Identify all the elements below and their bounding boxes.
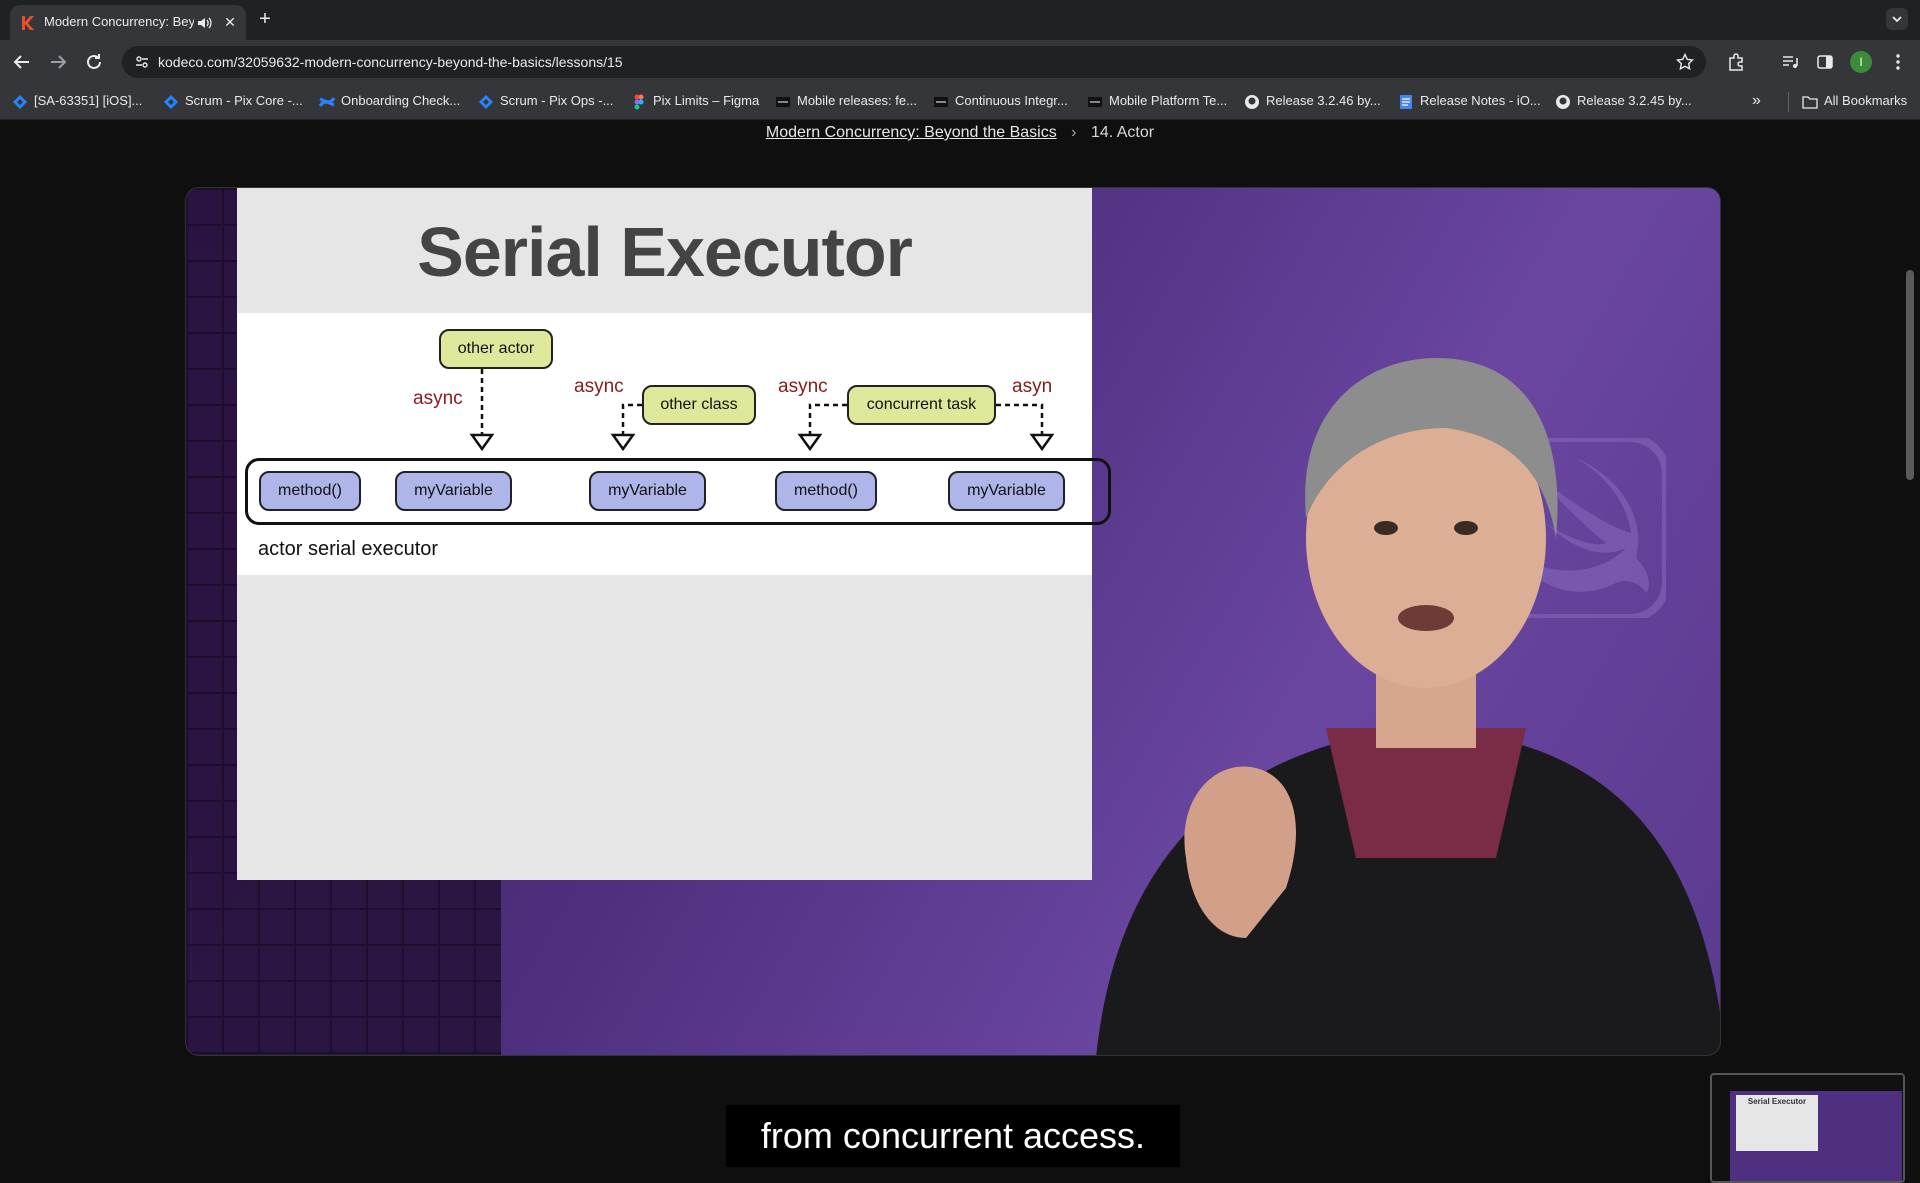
executor-label: actor serial executor [258, 538, 439, 560]
bookmark-label: Continuous Integr... [955, 93, 1068, 108]
new-tab-button[interactable]: + [254, 8, 276, 30]
bookmark-label: Pix Limits – Figma [653, 93, 760, 108]
back-arrow-icon[interactable] [10, 50, 34, 74]
site-icon [934, 97, 948, 107]
reload-icon[interactable] [82, 50, 106, 74]
bookmark-label: Release 3.2.46 by... [1266, 93, 1381, 108]
bookmark-item[interactable]: Release 3.2.45 by... [1555, 93, 1692, 111]
slide-title: Serial Executor [417, 213, 913, 291]
member-method: method() [775, 471, 877, 511]
speaker-icon[interactable] [196, 15, 212, 31]
site-settings-icon[interactable] [134, 54, 150, 70]
member-variable: myVariable [395, 471, 512, 511]
bookmark-label: Release Notes - iO... [1420, 93, 1541, 108]
media-controls-icon[interactable] [1780, 52, 1800, 72]
bookmark-label: Scrum - Pix Core -... [185, 93, 303, 108]
github-icon [1556, 95, 1570, 109]
kodeco-k-icon [22, 16, 34, 30]
bookmark-label: [SA-63351] [iOS]... [34, 93, 143, 108]
figma-icon [634, 94, 644, 110]
bookmarks-bar: [SA-63351] [iOS]... Scrum - Pix Core -..… [0, 84, 1920, 120]
bookmark-label: Scrum - Pix Ops -... [500, 93, 614, 108]
page-scrollbar[interactable] [1906, 270, 1914, 480]
member-method: method() [259, 471, 361, 511]
breadcrumb: Modern Concurrency: Beyond the Basics › … [0, 124, 1920, 142]
mini-player-thumbnail[interactable]: Serial Executor [1710, 1073, 1905, 1183]
tab-strip: Modern Concurrency: Beyond the Basics ✕ … [0, 0, 1920, 40]
tab-title: Modern Concurrency: Beyond the Basics [44, 14, 194, 29]
chevron-down-icon [1892, 16, 1902, 23]
docs-icon [1400, 95, 1412, 109]
url-text: kodeco.com/32059632-modern-concurrency-b… [158, 54, 623, 70]
more-bookmarks-icon[interactable]: » [1752, 92, 1761, 110]
breadcrumb-current-lesson: 14. Actor [1090, 124, 1155, 141]
lesson-page: Modern Concurrency: Beyond the Basics › … [0, 120, 1920, 1183]
bookmark-item[interactable]: [SA-63351] [iOS]... [12, 93, 142, 111]
bookmark-item[interactable]: Mobile releases: fe... [775, 93, 917, 111]
site-icon [1088, 97, 1102, 107]
extensions-icon[interactable] [1726, 52, 1746, 72]
jira-icon [13, 95, 27, 109]
bookmark-item[interactable]: Mobile Platform Te... [1087, 93, 1227, 111]
divider [1788, 92, 1789, 112]
bookmark-item[interactable]: Continuous Integr... [933, 93, 1068, 111]
bookmark-star-icon[interactable] [1676, 53, 1694, 71]
address-bar[interactable]: kodeco.com/32059632-modern-concurrency-b… [122, 46, 1706, 78]
kebab-menu-icon[interactable] [1888, 52, 1908, 72]
all-bookmarks-button[interactable]: All Bookmarks [1802, 93, 1907, 111]
browser-toolbar: kodeco.com/32059632-modern-concurrency-b… [0, 40, 1920, 84]
browser-tab[interactable]: Modern Concurrency: Beyond the Basics ✕ [10, 5, 246, 40]
member-variable: myVariable [589, 471, 706, 511]
folder-icon [1802, 96, 1818, 109]
bookmark-item[interactable]: Scrum - Pix Core -... [163, 93, 303, 111]
bookmark-item[interactable]: Release Notes - iO... [1398, 93, 1541, 111]
bookmark-label: Release 3.2.45 by... [1577, 93, 1692, 108]
close-tab-icon[interactable]: ✕ [222, 14, 238, 30]
bookmark-item[interactable]: Scrum - Pix Ops -... [478, 93, 613, 111]
video-player[interactable]: Serial Executor other actor other class … [185, 187, 1721, 1056]
side-panel-icon[interactable] [1815, 52, 1835, 72]
connector-arrows [469, 369, 1055, 452]
slide-header: Serial Executor [237, 188, 1092, 313]
lecture-slide: Serial Executor other actor other class … [237, 188, 1111, 880]
jira-icon [164, 95, 178, 109]
video-caption: from concurrent access. [726, 1105, 1180, 1167]
actor-diagram: other actor other class concurrent task … [237, 313, 1111, 575]
pip-slide-title: Serial Executor [1747, 1097, 1807, 1106]
pip-slide: Serial Executor [1736, 1095, 1818, 1151]
forward-arrow-icon[interactable] [46, 50, 70, 74]
bookmark-label: Onboarding Check... [341, 93, 461, 108]
breadcrumb-course-link[interactable]: Modern Concurrency: Beyond the Basics [766, 124, 1057, 141]
bookmark-item[interactable]: Pix Limits – Figma [631, 93, 759, 111]
bookmark-item[interactable]: Release 3.2.46 by... [1244, 93, 1381, 111]
bookmark-label: Mobile releases: fe... [797, 93, 917, 108]
tab-search-button[interactable] [1886, 8, 1908, 30]
breadcrumb-separator: › [1071, 124, 1077, 141]
profile-avatar[interactable]: I [1850, 51, 1872, 73]
bookmark-label: Mobile Platform Te... [1109, 93, 1228, 108]
confluence-icon [319, 97, 335, 107]
presenter-figure [1096, 358, 1720, 1055]
all-bookmarks-label: All Bookmarks [1824, 93, 1908, 108]
bookmark-item[interactable]: Onboarding Check... [319, 93, 460, 111]
site-icon [776, 97, 790, 107]
jira-icon [479, 95, 493, 109]
github-icon [1245, 95, 1259, 109]
